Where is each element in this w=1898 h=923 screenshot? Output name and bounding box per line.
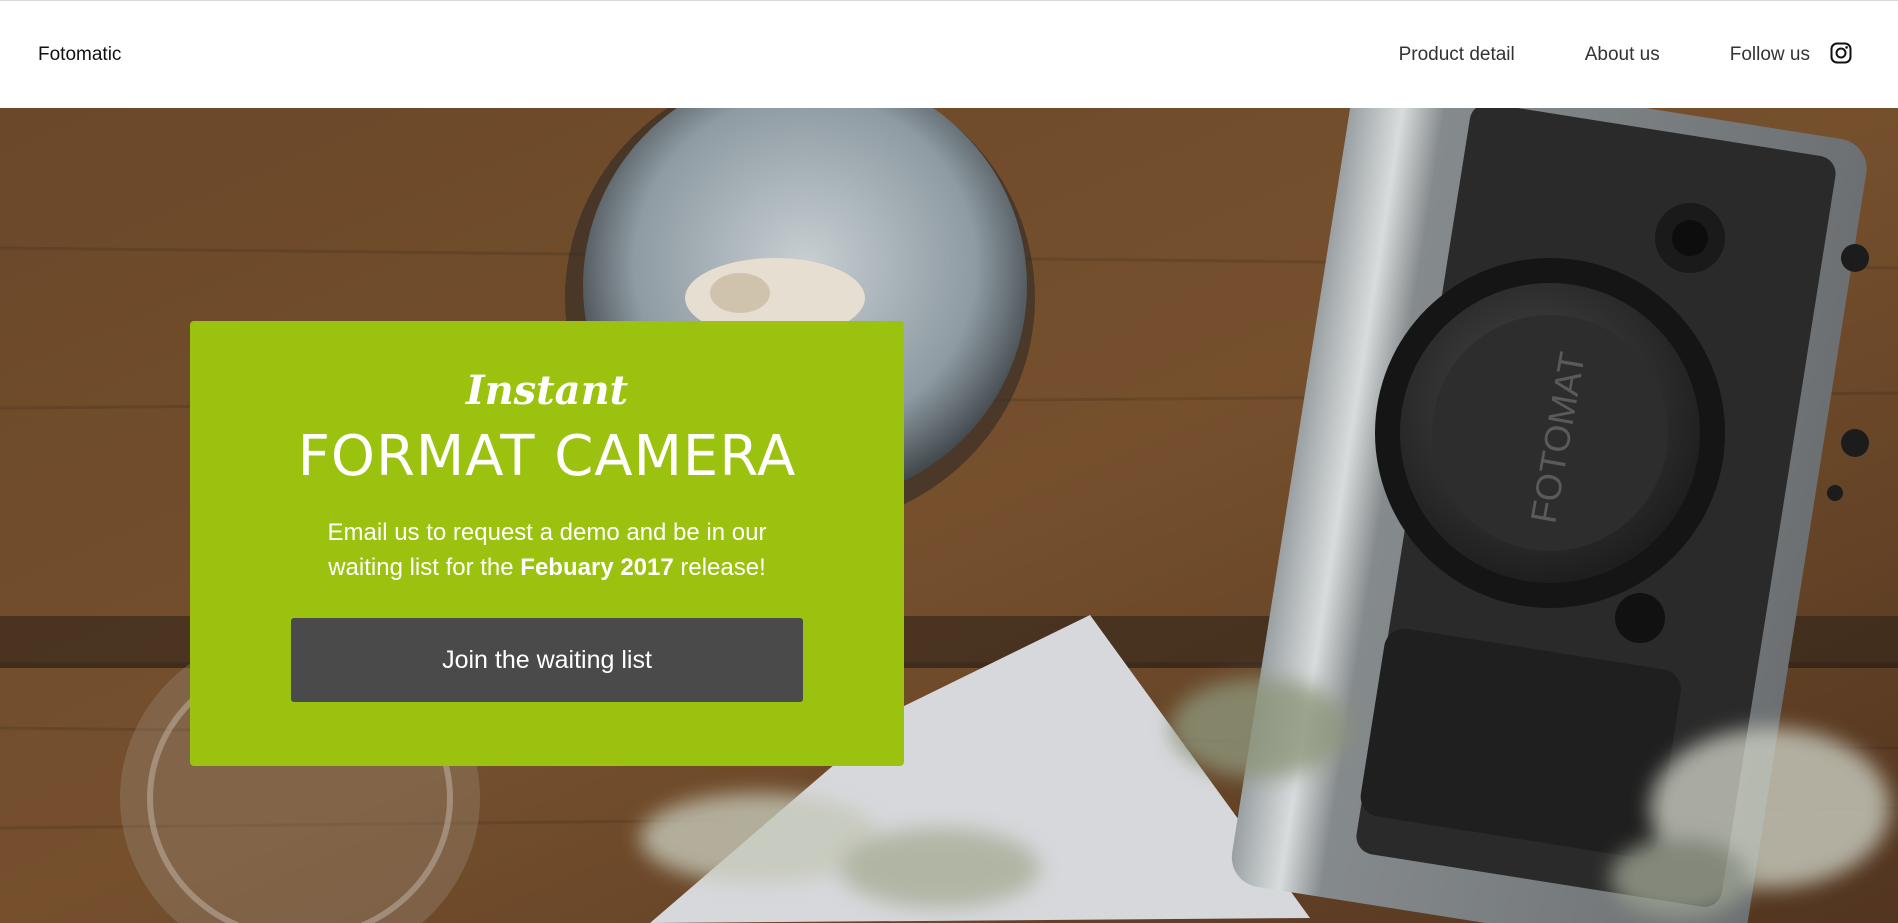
brand-logo-link[interactable]: Fotomatic	[38, 44, 121, 66]
join-waiting-list-button[interactable]: Join the waiting list	[291, 618, 803, 703]
card-headline: FORMAT CAMERA	[297, 424, 797, 489]
nav-links: Product detail About us Follow us	[1399, 1, 1898, 109]
card-description-after: release!	[673, 554, 766, 582]
nav-link-follow-us[interactable]: Follow us	[1730, 44, 1810, 66]
instagram-icon[interactable]	[1830, 42, 1852, 64]
card-description: Email us to request a demo and be in our…	[287, 515, 807, 585]
card-description-date: Febuary 2017	[520, 554, 674, 582]
top-navbar: Fotomatic Product detail About us Follow…	[0, 0, 1898, 108]
hero-section: FOTOMAT Instant FORMAT CAMERA Email us t…	[0, 108, 1898, 923]
nav-link-product-detail[interactable]: Product detail	[1399, 44, 1515, 66]
card-script-title: Instant	[465, 367, 629, 414]
waiting-list-card: Instant FORMAT CAMERA Email us to reques…	[190, 321, 904, 766]
nav-link-about-us[interactable]: About us	[1585, 44, 1660, 66]
